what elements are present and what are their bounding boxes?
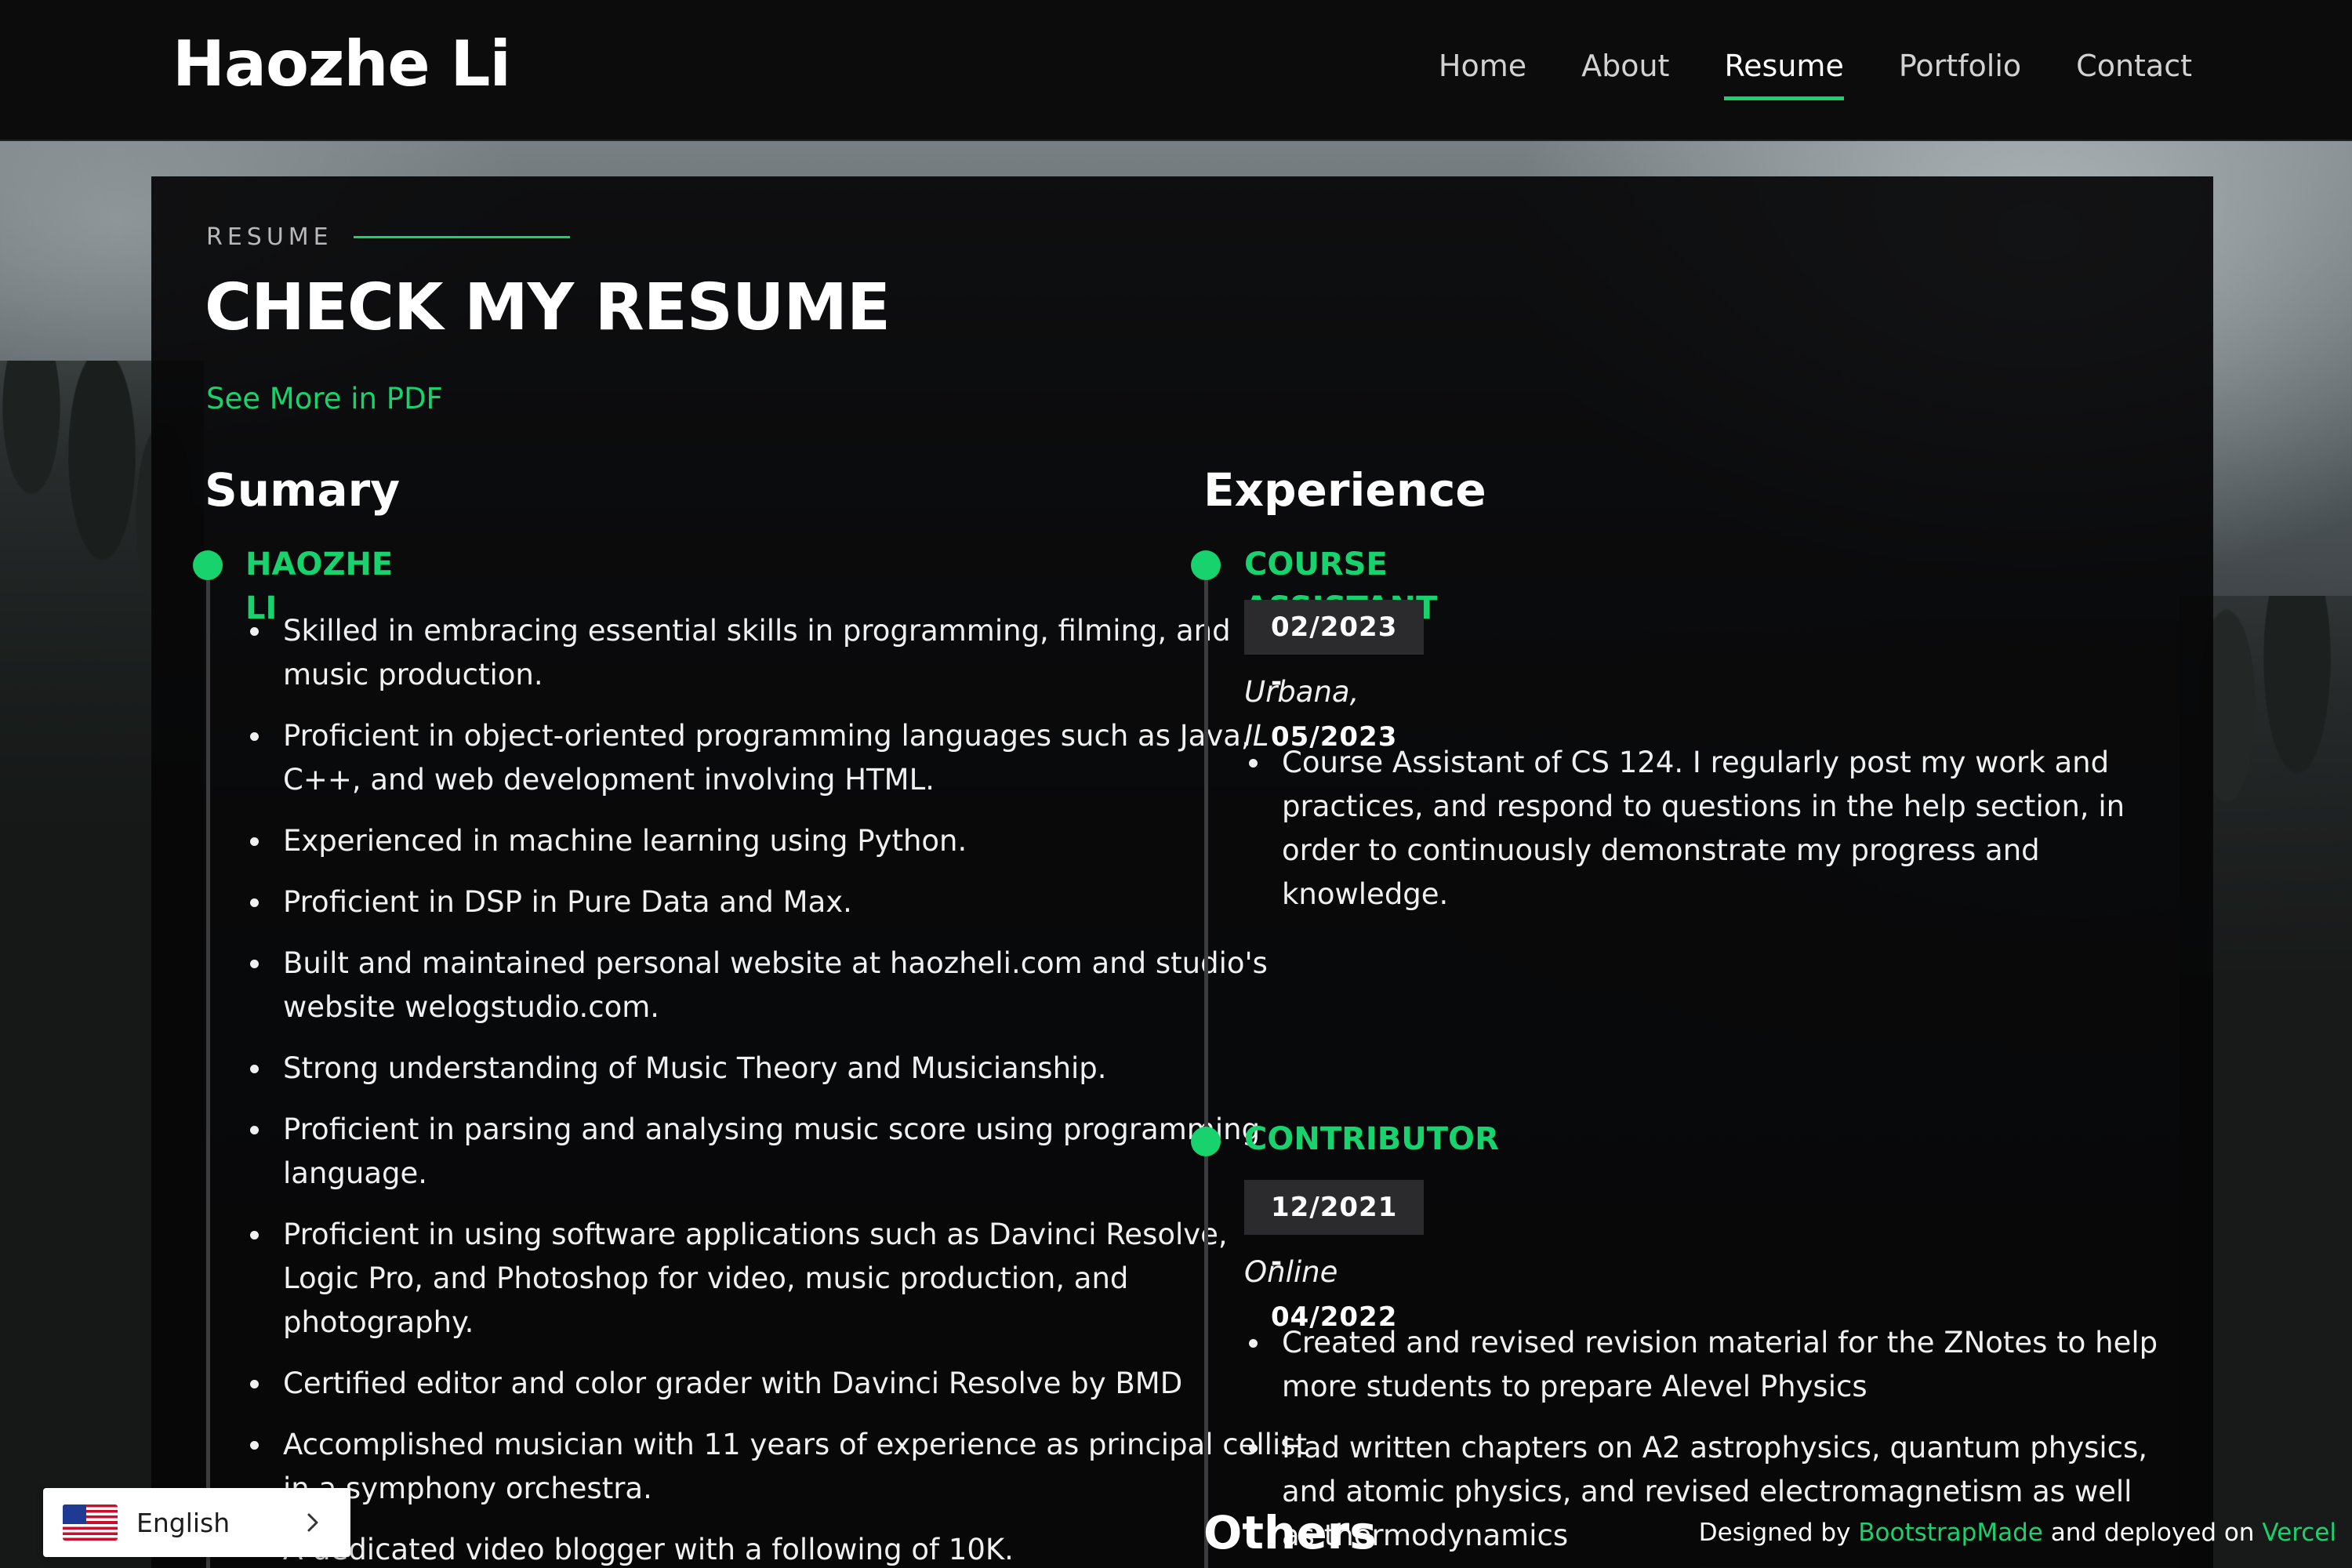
resume-panel: RESUME CHECK MY RESUME See More in PDF S… [151, 176, 2213, 1568]
flag-canton [63, 1504, 86, 1524]
page-title: CHECK MY RESUME [205, 270, 891, 345]
experience-location: Online [1244, 1255, 1338, 1289]
summary-item: Proficient in using software application… [245, 1213, 1312, 1345]
experience-dates: 12/2021 - 04/2022 [1244, 1180, 1425, 1333]
experience-timeline-dot [1191, 550, 1221, 580]
summary-timeline-dot [193, 550, 223, 580]
site-logo[interactable]: Haozhe Li [172, 25, 511, 103]
others-title: Others [1203, 1506, 1377, 1559]
main-nav: Home About Resume Portfolio Contact [1439, 44, 2192, 100]
section-tag-label: RESUME [206, 223, 333, 251]
nav-about[interactable]: About [1581, 44, 1669, 88]
summary-item: Experienced in machine learning using Py… [245, 819, 1312, 863]
summary-item: A dedicated video blogger with a followi… [245, 1528, 1312, 1568]
experience-item: Course Assistant of CS 124. I regularly … [1244, 741, 2161, 916]
experience-list: Course Assistant of CS 124. I regularly … [1244, 741, 2161, 934]
site-header: Haozhe Li Home About Resume Portfolio Co… [0, 0, 2352, 141]
language-switcher[interactable]: English [43, 1488, 350, 1557]
experience-item: Created and revised revision material fo… [1244, 1321, 2161, 1409]
summary-item: Skilled in embracing essential skills in… [245, 609, 1312, 697]
experience-role: CONTRIBUTOR [1244, 1121, 1499, 1157]
chevron-right-icon [307, 1513, 318, 1532]
nav-resume[interactable]: Resume [1724, 44, 1845, 100]
experience-timeline-line [1204, 557, 1208, 1568]
nav-contact[interactable]: Contact [2076, 44, 2192, 88]
experience-dates: 02/2023 - 05/2023 [1244, 600, 1425, 753]
section-tag-divider [353, 236, 570, 238]
summary-item: Proficient in DSP in Pure Data and Max. [245, 880, 1312, 924]
summary-item: Strong understanding of Music Theory and… [245, 1047, 1312, 1091]
summary-item: Certified editor and color grader with D… [245, 1362, 1312, 1406]
summary-timeline-line [206, 557, 210, 1568]
experience-timeline-dot [1191, 1127, 1221, 1156]
footer-prefix: Designed by [1698, 1519, 1859, 1547]
summary-item: Proficient in parsing and analysing musi… [245, 1108, 1312, 1196]
language-label: English [136, 1507, 230, 1538]
vercel-link[interactable]: Vercel [2262, 1519, 2336, 1547]
summary-item: Accomplished musician with 11 years of e… [245, 1423, 1312, 1511]
nav-portfolio[interactable]: Portfolio [1899, 44, 2021, 88]
summary-list: Skilled in embracing essential skills in… [245, 609, 1312, 1568]
footer-credit: Designed by BootstrapMade and deployed o… [1699, 1513, 2336, 1552]
us-flag-icon [63, 1504, 118, 1541]
nav-home[interactable]: Home [1439, 44, 1526, 88]
bootstrapmade-link[interactable]: BootstrapMade [1858, 1519, 2043, 1547]
section-tag: RESUME [206, 223, 570, 251]
summary-item: Proficient in object-oriented programmin… [245, 714, 1312, 802]
summary-item: Built and maintained personal website at… [245, 942, 1312, 1029]
summary-title: Sumary [205, 463, 401, 517]
experience-title: Experience [1203, 463, 1486, 517]
see-more-pdf-link[interactable]: See More in PDF [206, 382, 443, 416]
footer-middle: and deployed on [2042, 1519, 2263, 1547]
